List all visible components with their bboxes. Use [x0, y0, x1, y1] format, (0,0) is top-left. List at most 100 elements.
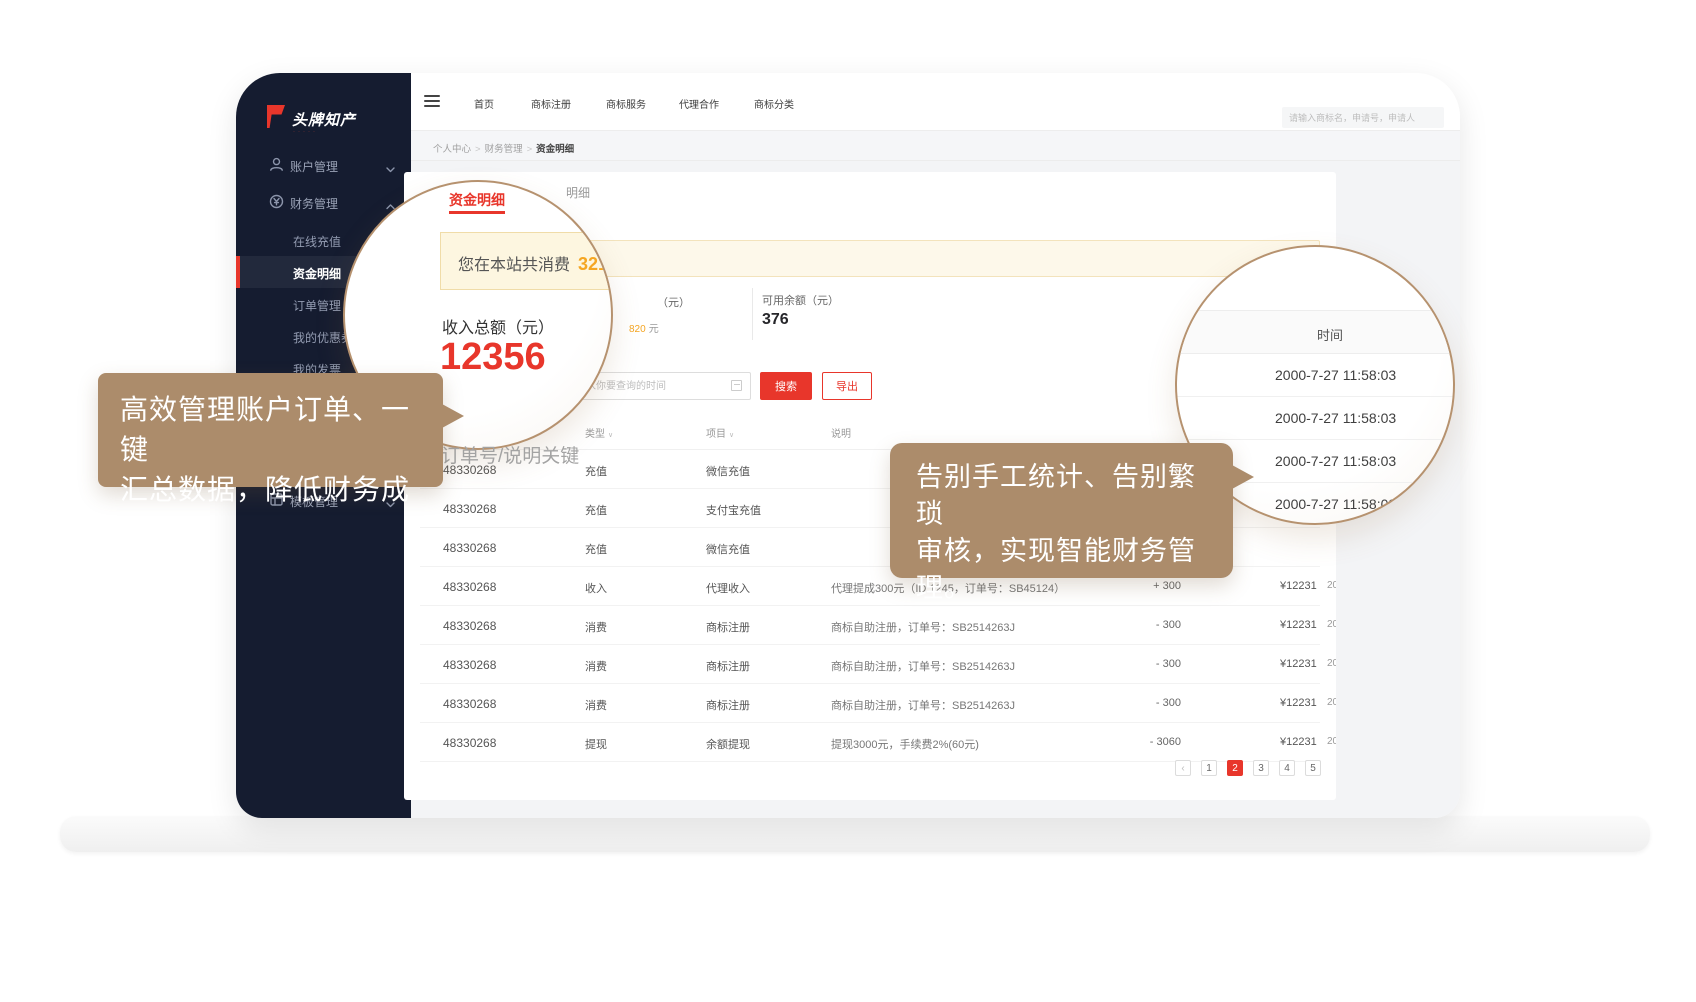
- chevron-down-icon: [386, 162, 395, 168]
- logo-title: 头牌知产: [292, 109, 356, 130]
- cell-type: 消费: [585, 697, 607, 713]
- cell-desc: 提现3000元，手续费2%(60元): [831, 736, 979, 752]
- cell-amount: - 3060: [1094, 736, 1181, 748]
- sort-caret-icon: ∨: [729, 432, 734, 439]
- callout-line: 高效管理账户订单、一键: [120, 390, 423, 470]
- magnified-tab-label: 资金明细: [449, 190, 505, 210]
- magnified-column-header: 订单号/说明关键: [441, 441, 579, 468]
- trademark-search-input[interactable]: [1282, 107, 1444, 128]
- column-header-type[interactable]: 类型∨: [585, 425, 613, 440]
- cell-project: 微信充值: [706, 541, 750, 557]
- callout-line: 告别手工统计、告别繁琐: [916, 459, 1213, 533]
- breadcrumb-link[interactable]: 个人中心: [433, 144, 471, 155]
- cell-project: 商标注册: [706, 697, 750, 713]
- cell-type: 消费: [585, 658, 607, 674]
- table-row: 48330268消费商标注册商标自助注册，订单号：SB2514263J- 300…: [420, 606, 1320, 645]
- sidebar-subitem-label: 订单管理: [293, 297, 341, 314]
- magnified-tab-underline: [449, 211, 505, 214]
- column-header-desc: 说明: [831, 425, 851, 440]
- search-button[interactable]: 搜索: [760, 372, 812, 400]
- logo-subtext: ·····: [293, 129, 318, 135]
- cell-type: 充值: [585, 502, 607, 518]
- calendar-icon[interactable]: [731, 380, 742, 391]
- nav-item-home[interactable]: 首页: [474, 96, 494, 111]
- sort-caret-icon: ∨: [608, 432, 613, 439]
- banner-fragment-value: 820: [629, 324, 646, 335]
- cell-project: 微信充值: [706, 463, 750, 479]
- sidebar-subitem-label: 资金明细: [293, 265, 341, 282]
- export-button[interactable]: 导出: [822, 372, 872, 400]
- user-icon: [269, 157, 284, 172]
- magnified-time-header-label: 时间: [1317, 325, 1343, 344]
- cell-desc: 商标自助注册，订单号：SB2514263J: [831, 697, 1015, 713]
- table-row: 48330268 消费 商标注册 商标自助注册，订单号：SB2514263J - 300…: [420, 684, 1320, 723]
- sidebar-subitem-label: 在线充值: [293, 233, 341, 250]
- cell-amount: - 300: [1094, 697, 1181, 709]
- table-row: 48330268消费商标注册商标自助注册，订单号：SB2514263J- 300…: [420, 645, 1320, 684]
- table-row: 48330268 提现 余额提现 提现3000元，手续费2%(60元) - 3060 ¥1…: [420, 723, 1320, 762]
- cell-time: 2000-7-27 11:58:03: [1327, 580, 1336, 591]
- sidebar-item-account[interactable]: 账户管理: [236, 150, 411, 180]
- magnified-banner-label: 您在本站共消费: [458, 257, 570, 274]
- breadcrumb-link[interactable]: 财务管理: [485, 144, 523, 155]
- cell-project: 支付宝充值: [706, 502, 761, 518]
- banner-fragment-unit: 元: [649, 324, 659, 335]
- cell-amount: - 300: [1094, 619, 1181, 631]
- breadcrumb: 个人中心>财务管理>资金明细: [433, 141, 574, 155]
- pagination-page-2-active[interactable]: 2: [1227, 760, 1243, 776]
- pagination-prev-button[interactable]: ‹: [1175, 760, 1191, 776]
- balance-value: 376: [762, 311, 789, 329]
- cell-desc: 商标自助注册，订单号：SB2514263J: [831, 619, 1015, 635]
- cell-time: 2000-7-27 11:58:03: [1327, 697, 1336, 708]
- callout-line: 审核，实现智能财务管: [916, 533, 1213, 570]
- magnified-income-label: 收入总额（元）: [442, 314, 554, 338]
- cell-project: 商标注册: [706, 619, 750, 635]
- magnified-time-row: 2000-7-27 11:58:03: [1177, 397, 1455, 440]
- cell-balance: ¥12231: [1280, 658, 1317, 670]
- cell-order: 48330268: [443, 697, 496, 711]
- sidebar-item-finance[interactable]: 财务管理: [236, 187, 411, 217]
- breadcrumb-separator: >: [475, 144, 481, 155]
- cell-type: 提现: [585, 736, 607, 752]
- active-indicator: [236, 256, 240, 288]
- pagination-page-1[interactable]: 1: [1201, 760, 1217, 776]
- magnified-time-row: 2000-7-27 11:58:03: [1177, 354, 1455, 397]
- stat-divider: [752, 288, 753, 340]
- banner-fragment: 820元: [629, 320, 659, 335]
- pagination-page-5[interactable]: 5: [1305, 760, 1321, 776]
- breadcrumb-bar: 个人中心>财务管理>资金明细: [411, 131, 1460, 161]
- column-header-project[interactable]: 项目∨: [706, 425, 734, 440]
- nav-item-category[interactable]: 商标分类: [754, 96, 794, 111]
- sidebar-item-label: 账户管理: [290, 158, 338, 175]
- callout-smart-finance: 告别手工统计、告别繁琐 审核，实现智能财务管 理。: [890, 443, 1233, 578]
- logo[interactable]: 头牌知产 ·····: [266, 103, 396, 143]
- cell-balance: ¥12231: [1280, 619, 1317, 631]
- hamburger-menu-icon[interactable]: [424, 95, 440, 108]
- finance-icon: [269, 194, 284, 209]
- cell-time: 2000-7-27 11:58:03: [1327, 736, 1336, 747]
- nav-item-service[interactable]: 商标服务: [606, 96, 646, 111]
- cell-balance: ¥12231: [1280, 736, 1317, 748]
- cell-order: 48330268: [443, 580, 496, 594]
- breadcrumb-current: 资金明细: [536, 144, 574, 155]
- nav-item-agent[interactable]: 代理合作: [679, 96, 719, 111]
- nav-item-register[interactable]: 商标注册: [531, 96, 571, 111]
- callout-tail: [1232, 465, 1254, 489]
- pagination-page-3[interactable]: 3: [1253, 760, 1269, 776]
- cell-order: 48330268: [443, 658, 496, 672]
- cell-type: 充值: [585, 463, 607, 479]
- callout-line: 理。: [916, 570, 1213, 607]
- balance-label: 可用余额（元）: [762, 292, 839, 308]
- cell-project: 代理收入: [706, 580, 750, 596]
- logo-icon: [266, 105, 286, 129]
- pagination: ‹ 1 2 3 4 5: [404, 760, 1320, 778]
- cell-order: 48330268: [443, 502, 496, 516]
- tab-fragment[interactable]: 明细: [566, 184, 590, 201]
- pagination-page-4[interactable]: 4: [1279, 760, 1295, 776]
- sidebar-item-label: 财务管理: [290, 195, 338, 212]
- cell-time: 2000-7-27 11:58:03: [1327, 658, 1336, 669]
- cell-order: 48330268: [443, 736, 496, 750]
- cell-balance: ¥12231: [1280, 697, 1317, 709]
- stat-mid-fragment: （元）: [657, 294, 690, 310]
- cell-project: 余额提现: [706, 736, 750, 752]
